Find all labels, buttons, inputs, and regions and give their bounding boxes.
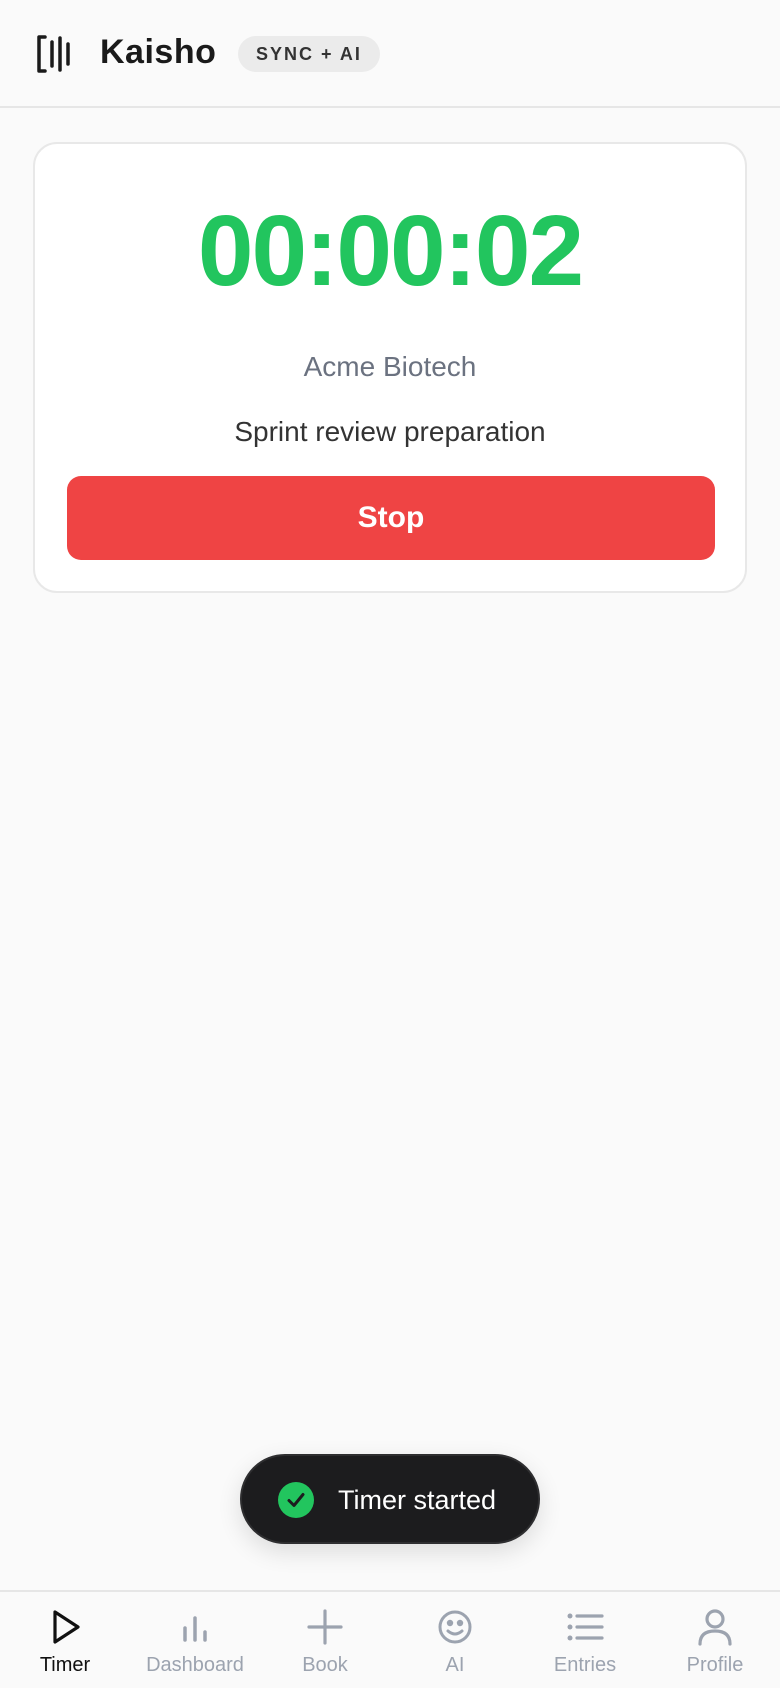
bar-chart-icon bbox=[183, 1616, 207, 1642]
nav-item-dashboard[interactable]: Dashboard bbox=[130, 1592, 260, 1688]
client-name: Acme Biotech bbox=[303, 351, 477, 382]
plus-icon bbox=[307, 1609, 343, 1645]
smiley-icon bbox=[438, 1610, 472, 1644]
nav-label: Dashboard bbox=[146, 1654, 244, 1676]
nav-label: AI bbox=[445, 1654, 465, 1676]
nav-label: Profile bbox=[686, 1654, 744, 1676]
list-icon bbox=[567, 1613, 604, 1641]
user-icon bbox=[698, 1609, 732, 1646]
stop-button[interactable]: Stop bbox=[67, 476, 715, 560]
play-icon bbox=[53, 1610, 80, 1644]
nav-item-entries[interactable]: Entries bbox=[520, 1592, 650, 1688]
app-title: Kaisho bbox=[100, 33, 217, 71]
plan-badge: SYNC + AI bbox=[238, 36, 380, 72]
toast-notification: Timer started bbox=[240, 1454, 540, 1544]
bottom-nav: Timer Dashboard Book AI Entries Profile bbox=[0, 1590, 780, 1688]
app-header: Kaisho SYNC + AI bbox=[0, 0, 780, 108]
elapsed-time: 00:00:02 bbox=[197, 195, 584, 307]
timer-screen: Kaisho SYNC + AI 00:00:02 Acme Biotech S… bbox=[0, 0, 780, 1688]
kaisho-logo-icon bbox=[37, 35, 70, 73]
nav-item-profile[interactable]: Profile bbox=[650, 1592, 780, 1688]
nav-item-ai[interactable]: AI bbox=[390, 1592, 520, 1688]
timer-card: 00:00:02 Acme Biotech Sprint review prep… bbox=[33, 142, 747, 593]
task-description: Sprint review preparation bbox=[234, 416, 546, 447]
check-circle-icon bbox=[278, 1482, 314, 1518]
nav-item-timer[interactable]: Timer bbox=[0, 1592, 130, 1688]
nav-label: Book bbox=[302, 1654, 348, 1676]
toast-message: Timer started bbox=[338, 1485, 497, 1515]
nav-item-book[interactable]: Book bbox=[260, 1592, 390, 1688]
nav-label: Timer bbox=[39, 1654, 91, 1676]
nav-label: Entries bbox=[553, 1654, 617, 1676]
